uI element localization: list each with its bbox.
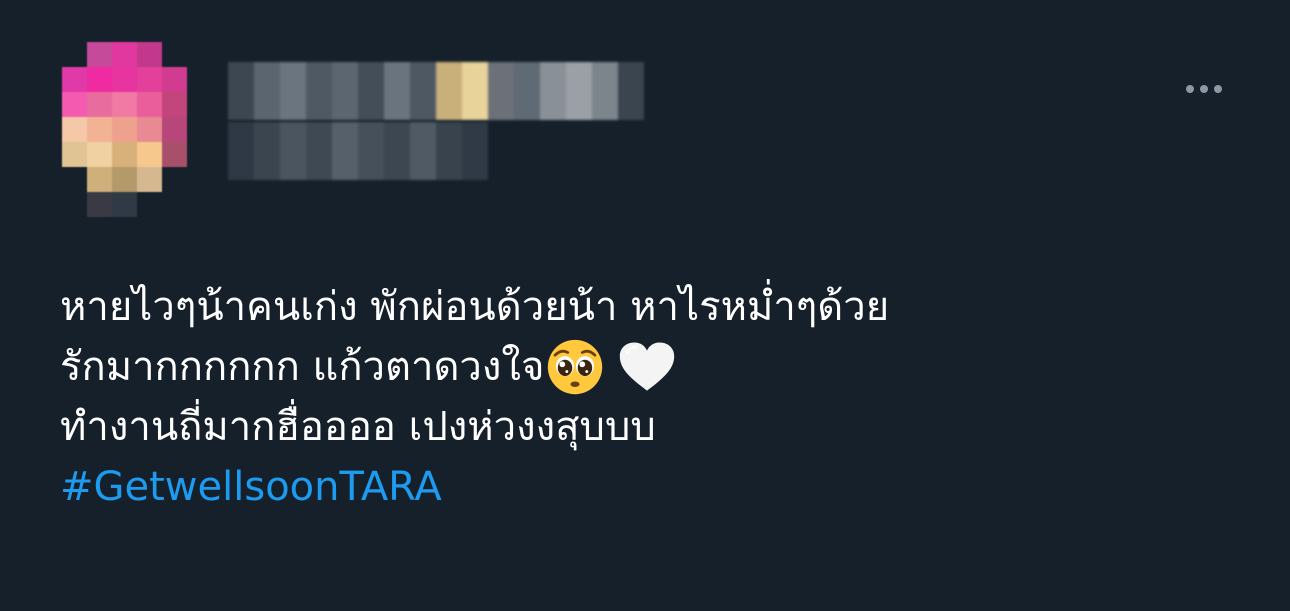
- tweet-card: หายไวๆน้าคนเก่ง พักผ่อนด้วยน้า หาไรหม่ำๆ…: [0, 0, 1290, 611]
- avatar-pixel: [62, 192, 87, 217]
- tweet-line: #GetwellsoonTARA: [60, 457, 1240, 517]
- name-pixel: [280, 122, 306, 180]
- tweet-line-text: ทำงานถี่มากฮื่ออออ เปงห่วงงสุบบบ: [60, 404, 656, 450]
- avatar-pixel: [137, 142, 162, 167]
- avatar-pixel: [62, 167, 87, 192]
- avatar-pixel: [112, 42, 137, 67]
- name-pixel: [254, 122, 280, 180]
- name-pixel: [410, 62, 436, 120]
- name-pixel: [384, 122, 410, 180]
- name-pixel: [306, 122, 332, 180]
- name-pixel: [618, 62, 644, 120]
- avatar-pixel: [162, 142, 187, 167]
- name-pixel: [436, 122, 462, 180]
- name-pixel: [332, 122, 358, 180]
- avatar-pixel: [87, 42, 112, 67]
- avatar-pixel: [62, 142, 87, 167]
- more-horizontal-icon: [1200, 85, 1208, 93]
- name-pixel: [254, 62, 280, 120]
- avatar-pixel: [112, 117, 137, 142]
- avatar-pixel: [62, 92, 87, 117]
- avatar-pixel: [112, 167, 137, 192]
- name-pixel: [332, 62, 358, 120]
- tweet-text: หายไวๆน้าคนเก่ง พักผ่อนด้วยน้า หาไรหม่ำๆ…: [60, 277, 1240, 517]
- tweet-line: หายไวๆน้าคนเก่ง พักผ่อนด้วยน้า หาไรหม่ำๆ…: [60, 277, 1240, 337]
- display-name-blurred[interactable]: [228, 62, 644, 120]
- tweet-line: รักมากกกกกก แก้วตาดวงใจ: [60, 337, 1240, 397]
- name-pixel: [436, 62, 462, 120]
- avatar-pixel: [87, 142, 112, 167]
- avatar-pixel: [187, 67, 212, 92]
- more-horizontal-icon: [1186, 85, 1194, 93]
- avatar[interactable]: [62, 42, 212, 218]
- name-pixel: [462, 62, 488, 120]
- name-pixel: [488, 62, 514, 120]
- more-options-button[interactable]: [1176, 78, 1232, 100]
- tweet-line: ทำงานถี่มากฮื่ออออ เปงห่วงงสุบบบ: [60, 397, 1240, 457]
- avatar-pixel: [112, 192, 137, 217]
- name-pixel: [280, 62, 306, 120]
- name-pixel: [566, 62, 592, 120]
- avatar-pixel: [162, 67, 187, 92]
- tweet-line-text: หายไวๆน้าคนเก่ง พักผ่อนด้วยน้า หาไรหม่ำๆ…: [60, 284, 890, 330]
- name-pixel: [228, 122, 254, 180]
- name-pixel: [358, 62, 384, 120]
- pleading-face-emoji: [548, 339, 603, 395]
- avatar-pixel: [112, 92, 137, 117]
- avatar-pixel: [112, 67, 137, 92]
- avatar-pixel: [62, 42, 87, 67]
- avatar-pixel: [137, 117, 162, 142]
- avatar-pixel: [87, 117, 112, 142]
- name-pixel: [540, 62, 566, 120]
- hashtag-link[interactable]: #GetwellsoonTARA: [60, 457, 442, 517]
- avatar-pixel: [187, 142, 212, 167]
- tweet-line-text: รักมากกกกกก แก้วตาดวงใจ: [60, 344, 545, 390]
- avatar-pixel: [187, 167, 212, 192]
- avatar-pixel: [112, 142, 137, 167]
- avatar-pixel: [162, 92, 187, 117]
- avatar-pixel: [62, 67, 87, 92]
- name-pixel: [384, 62, 410, 120]
- avatar-pixel: [187, 42, 212, 67]
- white-heart-emoji: [620, 342, 675, 391]
- avatar-pixel: [62, 117, 87, 142]
- name-pixel: [228, 62, 254, 120]
- avatar-pixel: [162, 117, 187, 142]
- avatar-pixel: [137, 92, 162, 117]
- name-pixel: [462, 122, 488, 180]
- username-blurred[interactable]: [228, 122, 488, 180]
- avatar-pixel: [137, 42, 162, 67]
- more-horizontal-icon: [1214, 85, 1222, 93]
- name-pixel: [592, 62, 618, 120]
- avatar-pixel: [162, 167, 187, 192]
- name-pixel: [410, 122, 436, 180]
- avatar-pixel: [87, 92, 112, 117]
- name-pixel: [514, 62, 540, 120]
- avatar-pixel: [162, 192, 187, 217]
- avatar-pixel: [137, 167, 162, 192]
- avatar-pixel: [87, 192, 112, 217]
- avatar-pixel: [137, 67, 162, 92]
- avatar-pixel: [187, 192, 212, 217]
- avatar-pixel: [187, 92, 212, 117]
- name-pixel: [306, 62, 332, 120]
- name-pixel: [358, 122, 384, 180]
- avatar-pixel: [162, 42, 187, 67]
- avatar-pixel: [87, 167, 112, 192]
- avatar-pixel: [87, 67, 112, 92]
- avatar-pixel: [137, 192, 162, 217]
- avatar-pixel: [187, 117, 212, 142]
